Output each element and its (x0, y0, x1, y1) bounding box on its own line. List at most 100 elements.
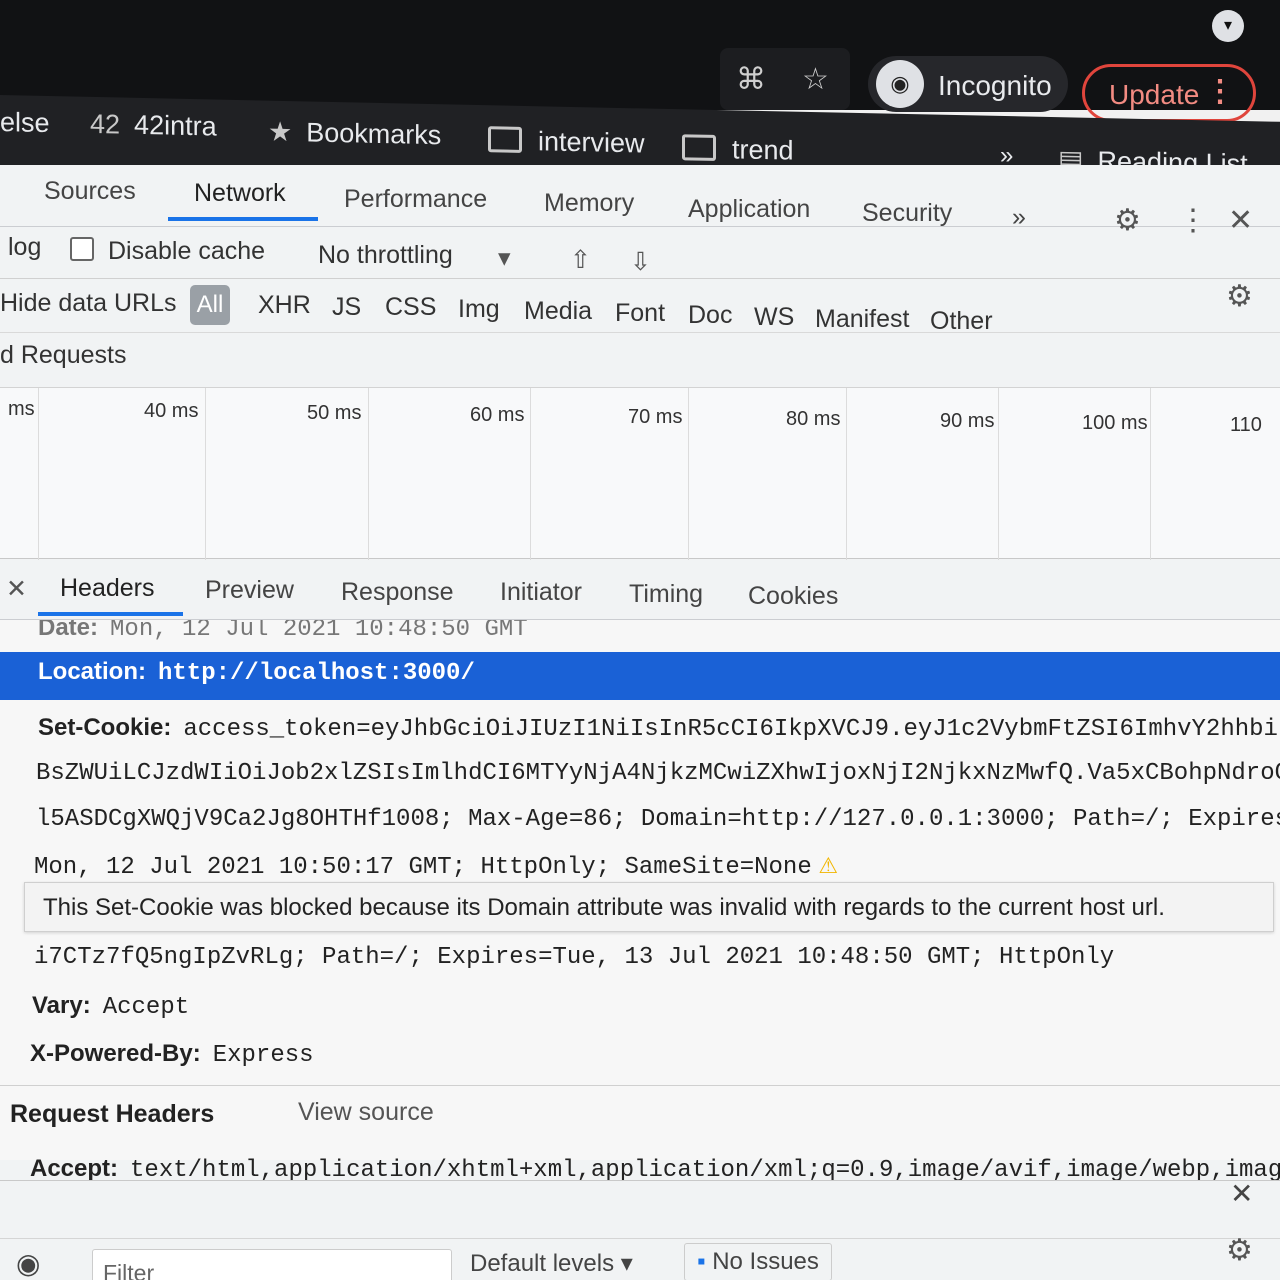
close-detail-icon[interactable]: ✕ (6, 574, 27, 604)
bookmark-interview[interactable]: interview (488, 125, 645, 159)
filter-manifest[interactable]: Manifest (815, 305, 909, 334)
detail-tab-headers[interactable]: Headers (60, 574, 155, 603)
detail-tab-cookies[interactable]: Cookies (748, 582, 838, 611)
translate-icon[interactable]: ⌘ (736, 62, 766, 97)
header-key: Location: (38, 658, 146, 685)
detail-tab-preview[interactable]: Preview (205, 576, 294, 605)
warning-icon[interactable]: ⚠ (818, 853, 838, 878)
detail-tab-timing[interactable]: Timing (629, 580, 703, 609)
blocked-requests-label[interactable]: d Requests (0, 341, 126, 370)
incognito-label: Incognito (938, 70, 1052, 101)
update-button[interactable]: Update ⋮ (1082, 64, 1256, 122)
timeline-tick: 60 ms (470, 404, 525, 426)
filter-img[interactable]: Img (458, 295, 500, 324)
filter-bar: Hide data URLs All XHR JS CSS Img Media … (0, 279, 1280, 336)
view-source-link[interactable]: View source (298, 1098, 434, 1127)
filter-all[interactable]: All (190, 285, 230, 325)
timeline-tick: 90 ms (940, 410, 995, 432)
active-tab-indicator (168, 217, 318, 221)
timeline-gridline (1150, 388, 1151, 560)
header-value: http://localhost:3000/ (158, 660, 475, 687)
detail-tab-initiator[interactable]: Initiator (500, 578, 582, 607)
console-settings-gear-icon[interactable]: ⚙ (1226, 1233, 1253, 1268)
filter-font[interactable]: Font (615, 299, 665, 328)
42-logo-icon: 42 (90, 108, 121, 140)
filter-media[interactable]: Media (524, 297, 592, 326)
bookmark-bookmarks[interactable]: ★ Bookmarks (268, 117, 441, 152)
bookmark-label: trend (732, 134, 794, 166)
tab-sources[interactable]: Sources (44, 177, 136, 206)
detail-tab-response[interactable]: Response (341, 578, 454, 607)
export-har-icon[interactable]: ⇩ (630, 247, 651, 277)
log-levels-label: Default levels (470, 1250, 615, 1277)
header-value: Express (212, 1042, 314, 1069)
filter-ws[interactable]: WS (754, 303, 794, 332)
filter-css[interactable]: CSS (385, 293, 436, 322)
filter-xhr[interactable]: XHR (258, 291, 311, 320)
header-row-vary: Vary: Accept (32, 992, 189, 1021)
console-toolbar: ◉ Filter Default levels ▾ ▪ No Issues ⚙ (0, 1234, 1280, 1280)
eye-icon[interactable]: ◉ (16, 1247, 40, 1280)
incognito-icon: ◉ (876, 60, 924, 108)
request-headers-section[interactable]: Request Headers View source (0, 1085, 1280, 1135)
hide-data-urls-label[interactable]: Hide data URLs (0, 289, 176, 318)
set-cookie-continuation: l5ASDCgXWQjV9Ca2Jg8OHTHf1008; Max-Age=86… (36, 806, 1280, 833)
header-row-date: Date: Mon, 12 Jul 2021 10:48:50 GMT (38, 620, 528, 643)
header-row-set-cookie: Set-Cookie: access_token=eyJhbGciOiJIUzI1… (38, 714, 1278, 743)
tab-security[interactable]: Security (862, 199, 952, 228)
network-overview-timeline[interactable]: ms 40 ms 50 ms 60 ms 70 ms 80 ms 90 ms 1… (0, 387, 1280, 560)
issues-counter[interactable]: ▪ No Issues (684, 1243, 832, 1280)
timeline-tick: 100 ms (1082, 412, 1148, 434)
timeline-gridline (846, 388, 847, 560)
header-value: Mon, 12 Jul 2021 10:48:50 GMT (110, 620, 528, 643)
devtools-tab-bar: Sources Network Performance Memory Appli… (0, 165, 1280, 237)
kebab-menu-icon[interactable]: ⋮ (1205, 77, 1235, 107)
bookmark-label: 42intra (134, 109, 217, 142)
log-levels-select[interactable]: Default levels ▾ (470, 1249, 633, 1278)
header-value: Accept (102, 994, 190, 1021)
tab-search-icon[interactable]: ▾ (1212, 10, 1244, 42)
tab-performance[interactable]: Performance (344, 185, 487, 214)
timeline-tick: 40 ms (144, 400, 199, 422)
folder-icon (488, 126, 522, 153)
tab-network[interactable]: Network (194, 179, 286, 208)
filter-other[interactable]: Other (930, 307, 993, 336)
disable-cache-label: Disable cache (108, 237, 266, 265)
preserve-log-label[interactable]: log (8, 233, 41, 262)
header-row-x-powered-by: X-Powered-By: Express (30, 1040, 314, 1069)
star-icon[interactable]: ☆ (802, 62, 829, 97)
blocked-requests-row: d Requests (0, 335, 1280, 385)
tab-application[interactable]: Application (688, 195, 810, 224)
console-filter-input[interactable]: Filter (92, 1249, 452, 1280)
header-value: Mon, 12 Jul 2021 10:50:17 GMT; HttpOnly;… (34, 854, 812, 881)
timeline-tick: ms (8, 398, 35, 420)
set-cookie-continuation: i7CTz7fQ5ngIpZvRLg; Path=/; Expires=Tue,… (34, 944, 1115, 971)
request-headers-title[interactable]: Request Headers (10, 1100, 214, 1129)
bookmark-else[interactable]: else (0, 107, 50, 139)
network-settings-gear-icon[interactable]: ⚙ (1226, 279, 1253, 314)
import-har-icon[interactable]: ⇧ (570, 245, 591, 275)
filter-js[interactable]: JS (332, 293, 361, 322)
filter-doc[interactable]: Doc (688, 301, 732, 330)
disable-cache-checkbox[interactable] (70, 237, 94, 261)
timeline-gridline (998, 388, 999, 560)
timeline-tick: 50 ms (307, 402, 362, 424)
issues-icon: ▪ (697, 1248, 706, 1275)
tab-memory[interactable]: Memory (544, 189, 634, 218)
timeline-gridline (368, 388, 369, 560)
selected-header-row[interactable]: Location: http://localhost:3000/ (0, 652, 1280, 700)
header-value: access_token=eyJhbGciOiJIUzI1NiIsInR5cCI… (183, 716, 1278, 743)
set-cookie-continuation: Mon, 12 Jul 2021 10:50:17 GMT; HttpOnly;… (34, 852, 838, 881)
timeline-tick: 110 (1230, 414, 1262, 436)
header-row-location: Location: http://localhost:3000/ (38, 658, 475, 687)
throttling-select[interactable]: No throttling (318, 241, 453, 270)
chevron-down-icon[interactable]: ▾ (498, 243, 511, 273)
bookmark-trend[interactable]: trend (682, 133, 794, 166)
close-drawer-icon[interactable]: ✕ (1230, 1177, 1253, 1210)
folder-icon (682, 134, 716, 161)
devtools-panel: Sources Network Performance Memory Appli… (0, 165, 1280, 1280)
bookmark-42intra[interactable]: 42 42intra (90, 109, 217, 143)
timeline-gridline (530, 388, 531, 560)
issues-label: No Issues (712, 1248, 819, 1275)
network-toolbar: log Disable cache No throttling ▾ ⇧ ⇩ (0, 227, 1280, 279)
